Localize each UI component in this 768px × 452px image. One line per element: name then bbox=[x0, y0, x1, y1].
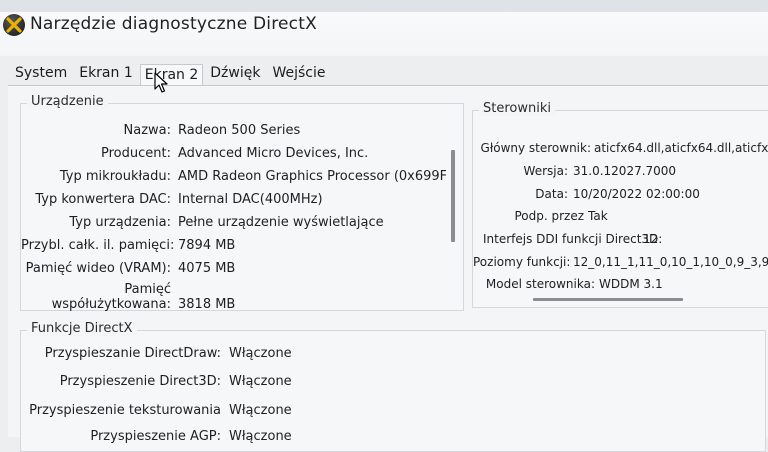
directx-label-directdraw: Przyspieszanie DirectDraw: bbox=[44, 346, 221, 361]
device-scrollbar-thumb[interactable] bbox=[451, 150, 455, 242]
device-label-dac-type: Typ konwertera DAC: bbox=[35, 192, 171, 207]
drivers-label-signed: Podp. przez bbox=[514, 209, 584, 223]
device-value-total-memory: 7894 MB bbox=[178, 238, 236, 253]
drivers-group: Sterowniki Główny sterownik: aticfx64.dl… bbox=[472, 101, 768, 308]
device-label-total-memory: Przybl. całk. il. pamięci: bbox=[21, 238, 175, 253]
drivers-value-date: 10/20/2022 02:00:00 bbox=[573, 187, 700, 201]
device-value-vram: 4075 MB bbox=[178, 261, 236, 276]
drivers-scrollbar-thumb[interactable] bbox=[533, 298, 683, 301]
drivers-value-feature-levels: 12_0,11_1,11_0,10_1,10_0,9_3,9_2,9 bbox=[573, 255, 768, 269]
directx-label-texture: Przyspieszenie teksturowania bbox=[29, 403, 221, 418]
drivers-value-model: WDDM 3.1 bbox=[599, 277, 663, 291]
directx-value-texture: Włączone bbox=[229, 403, 292, 418]
device-label-name: Nazwa: bbox=[123, 123, 172, 138]
drivers-value-ddi: 12 bbox=[643, 232, 659, 246]
device-label-shared-memory: Pamięć współużytkowana: bbox=[21, 282, 171, 312]
device-label-shared-line2: współużytkowana: bbox=[51, 297, 171, 312]
device-value-chip-type: AMD Radeon Graphics Processor (0x699F) bbox=[178, 169, 453, 184]
device-value-manufacturer: Advanced Micro Devices, Inc. bbox=[178, 146, 369, 161]
drivers-value-version: 31.0.12027.7000 bbox=[573, 164, 677, 178]
device-label-chip-type: Typ mikroukładu: bbox=[59, 169, 171, 184]
drivers-label-model: Model sterownika: bbox=[485, 277, 595, 291]
tab-ekran-1[interactable]: Ekran 1 bbox=[74, 61, 138, 86]
drivers-label-version: Wersja: bbox=[523, 164, 568, 178]
drivers-label-main: Główny sterownik: bbox=[480, 141, 591, 155]
directx-x-icon bbox=[3, 14, 25, 36]
tab-dzwiek[interactable]: Dźwięk bbox=[205, 61, 265, 86]
drivers-label-feature-levels: Poziomy funkcji: bbox=[473, 255, 571, 269]
tab-strip: System Ekran 1 Ekran 2 Dźwięk Wejście bbox=[10, 60, 333, 87]
device-group-title: Urządzenie bbox=[27, 94, 108, 109]
directx-label-agp: Przyspieszenie AGP: bbox=[90, 429, 221, 444]
title-bar: Narzędzie diagnostyczne DirectX bbox=[0, 0, 768, 56]
device-group: Urządzenie Nazwa: Radeon 500 Series Prod… bbox=[20, 94, 464, 312]
arrow-cursor-icon bbox=[154, 72, 168, 98]
drivers-label-ddi: Interfejs DDI funkcji Direct3D: bbox=[483, 232, 663, 246]
device-label-vram: Pamięć wideo (VRAM): bbox=[25, 261, 171, 276]
tab-wejscie[interactable]: Wejście bbox=[267, 61, 330, 86]
directx-group-title: Funkcje DirectX bbox=[27, 321, 137, 336]
tab-ekran-2[interactable]: Ekran 2 bbox=[139, 64, 204, 87]
directx-value-agp: Włączone bbox=[229, 429, 292, 444]
directx-value-direct3d: Włączone bbox=[229, 374, 292, 389]
directx-value-directdraw: Włączone bbox=[229, 346, 292, 361]
directx-group: Funkcje DirectX Przyspieszanie DirectDra… bbox=[20, 321, 766, 452]
window-title: Narzędzie diagnostyczne DirectX bbox=[30, 14, 317, 34]
device-value-device-type: Pełne urządzenie wyświetlające bbox=[178, 215, 384, 230]
tab-system[interactable]: System bbox=[10, 61, 72, 86]
drivers-scrollbar[interactable] bbox=[473, 295, 763, 303]
drivers-group-title: Sterowniki bbox=[479, 101, 555, 116]
device-label-shared-line1: Pamięć bbox=[124, 282, 171, 297]
device-value-name: Radeon 500 Series bbox=[178, 123, 301, 138]
drivers-value-main: aticfx64.dll,aticfx64.dll,aticfx64.dll bbox=[594, 141, 768, 155]
device-label-manufacturer: Producent: bbox=[101, 146, 171, 161]
tab-panel: Urządzenie Nazwa: Radeon 500 Series Prod… bbox=[8, 85, 768, 452]
drivers-label-date: Data: bbox=[535, 187, 568, 201]
device-scrollbar[interactable] bbox=[446, 134, 458, 304]
device-value-dac-type: Internal DAC(400MHz) bbox=[178, 192, 323, 207]
device-value-shared-memory: 3818 MB bbox=[178, 297, 236, 312]
drivers-value-signed: Tak bbox=[588, 209, 608, 223]
directx-label-direct3d: Przyspieszenie Direct3D: bbox=[59, 374, 221, 389]
title-top-strip bbox=[0, 0, 768, 12]
device-label-device-type: Typ urządzenia: bbox=[69, 215, 171, 230]
